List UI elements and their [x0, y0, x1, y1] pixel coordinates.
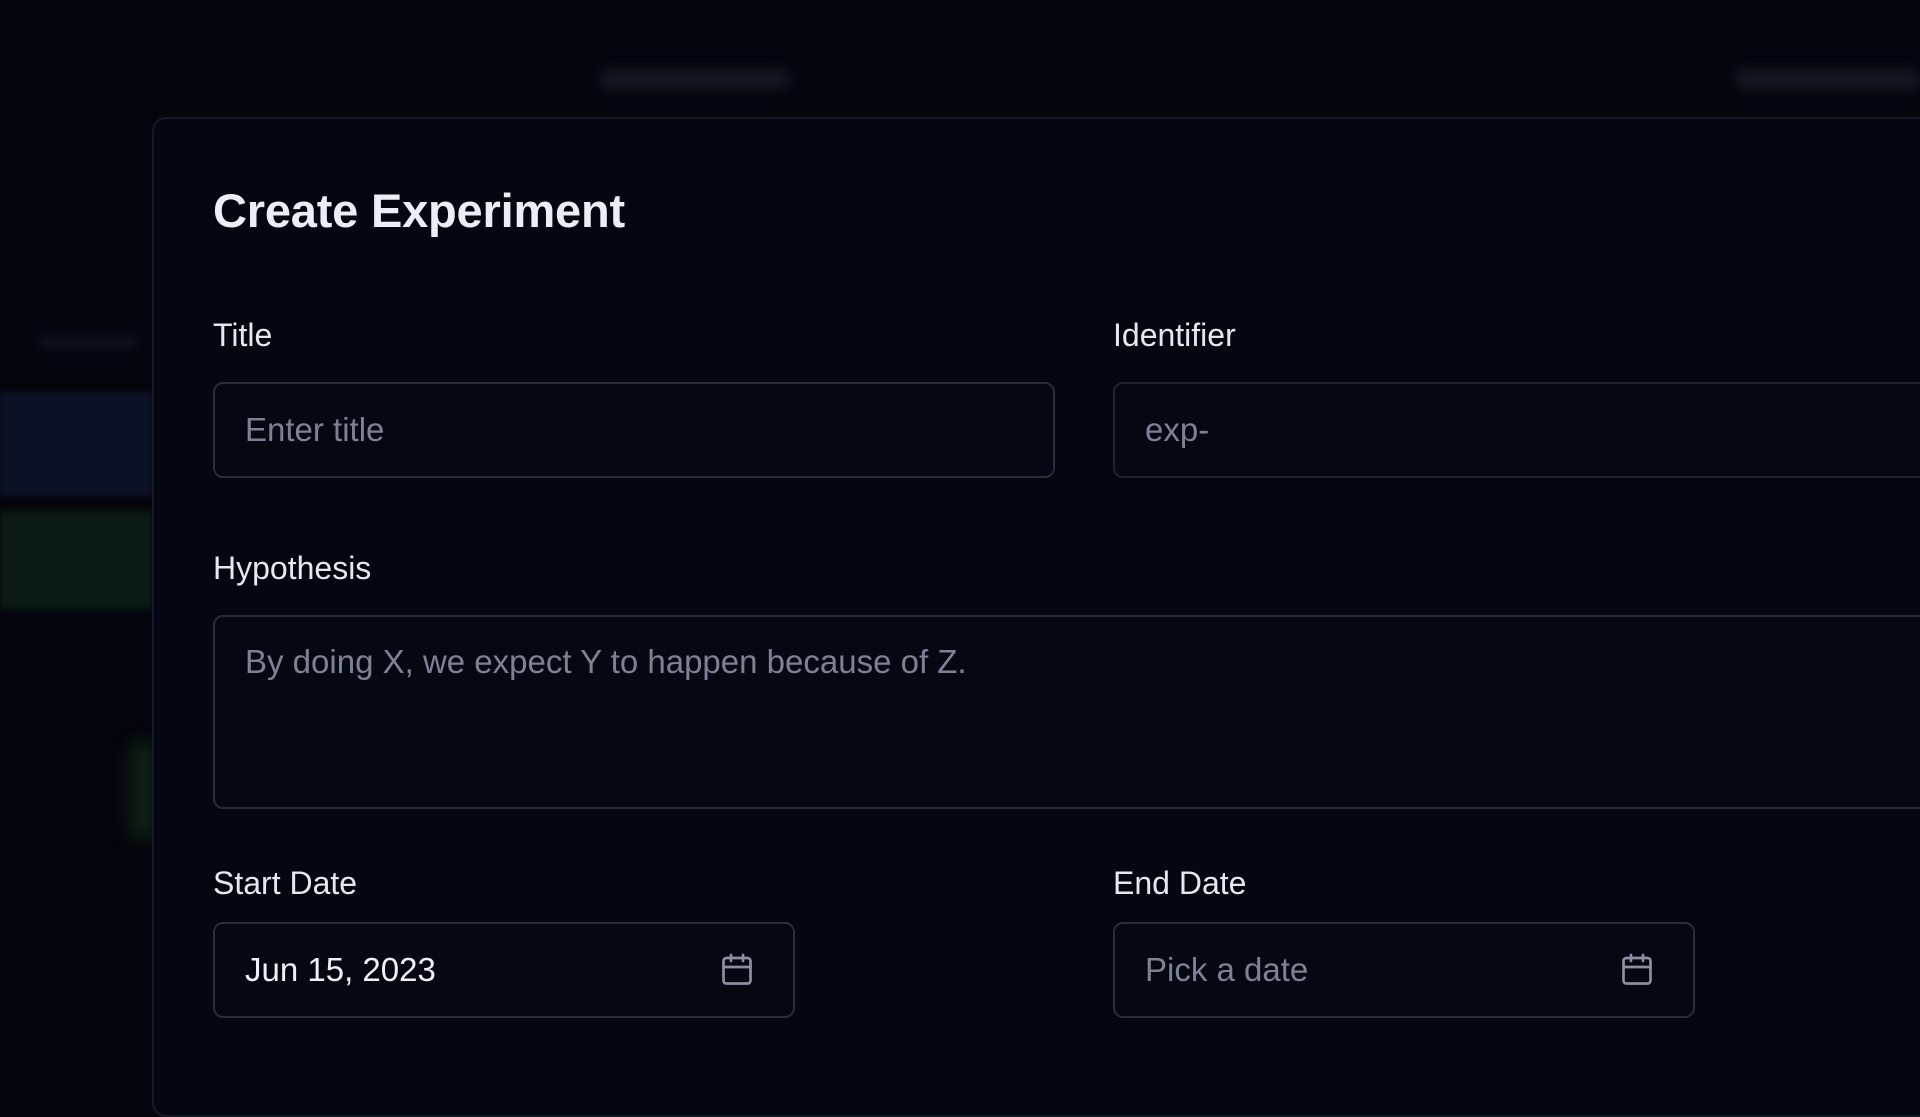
background-blurred-controls	[38, 335, 138, 349]
dialog-title: Create Experiment	[213, 184, 625, 237]
background-blurred-text	[600, 68, 790, 90]
create-experiment-dialog: Create Experiment Title Enter title Iden…	[152, 117, 1920, 1117]
title-placeholder: Enter title	[245, 411, 385, 448]
start-date-value: Jun 15, 2023	[245, 951, 436, 988]
start-date-picker[interactable]: Jun 15, 2023	[213, 922, 795, 1018]
background-blurred-text	[1735, 68, 1920, 90]
start-date-label: Start Date	[213, 865, 358, 901]
identifier-label: Identifier	[1113, 317, 1236, 353]
title-input[interactable]: Enter title	[213, 382, 1055, 478]
identifier-placeholder: exp-	[1145, 411, 1210, 448]
background-blurred-row	[0, 510, 152, 610]
hypothesis-label: Hypothesis	[213, 550, 372, 586]
end-date-label: End Date	[1113, 865, 1247, 901]
title-label: Title	[213, 317, 273, 353]
hypothesis-textarea[interactable]: By doing X, we expect Y to happen becaus…	[213, 615, 1920, 809]
calendar-icon[interactable]	[719, 952, 755, 988]
end-date-picker[interactable]: Pick a date	[1113, 922, 1695, 1018]
calendar-icon[interactable]	[1619, 952, 1655, 988]
end-date-placeholder: Pick a date	[1145, 951, 1309, 988]
identifier-input[interactable]: exp-	[1113, 382, 1920, 478]
background-blurred-row	[0, 392, 152, 496]
hypothesis-placeholder: By doing X, we expect Y to happen becaus…	[245, 643, 967, 680]
